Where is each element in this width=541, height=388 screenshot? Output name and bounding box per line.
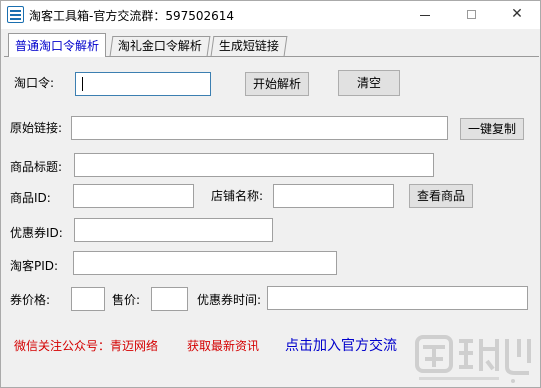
original-link-input[interactable] [71,116,448,140]
coupon-price-label: 券价格: [10,293,51,307]
maximize-button[interactable] [448,1,494,29]
product-id-label: 商品ID: [10,191,51,205]
copy-button[interactable]: 一键复制 [460,118,524,140]
clear-button[interactable]: 清空 [338,70,400,96]
tab-strip: 普通淘口令解析 淘礼金口令解析 生成短链接 [4,33,539,57]
taokouling-input[interactable] [75,72,211,96]
coupon-time-input[interactable] [267,286,528,310]
minimize-icon [420,15,430,16]
tab-short-link-label: 生成短链接 [218,39,279,53]
taoke-pid-input[interactable] [73,251,337,275]
tab-taolijin-label: 淘礼金口令解析 [117,39,202,53]
text-caret [82,77,83,91]
shop-name-label: 店铺名称: [211,189,264,203]
coupon-id-label: 优惠券ID: [10,226,63,240]
coupon-price-input[interactable] [71,287,105,311]
app-window: 淘客工具箱-官方交流群：597502614 ✕ 普通淘口令解析 淘礼金口令解析 … [0,0,541,388]
maximize-icon [466,10,476,19]
coupon-id-input[interactable] [74,218,273,242]
original-link-label: 原始链接: [10,121,63,135]
app-icon [7,6,24,23]
product-title-input[interactable] [74,153,434,177]
shop-name-input[interactable] [273,184,394,208]
latest-news-link[interactable]: 获取最新资讯 [187,337,259,354]
taoke-pid-label: 淘客PID: [10,259,59,273]
parse-button[interactable]: 开始解析 [245,72,309,96]
product-title-label: 商品标题: [10,160,63,174]
site-watermark [415,335,531,383]
coupon-time-label: 优惠券时间: [197,293,262,307]
product-id-input[interactable] [73,184,194,208]
minimize-button[interactable] [402,1,448,29]
close-button[interactable]: ✕ [494,1,540,29]
title-bar[interactable]: 淘客工具箱-官方交流群：597502614 ✕ [1,1,540,29]
tab-normal-taokouling[interactable]: 普通淘口令解析 [8,33,107,57]
tab-short-link[interactable]: 生成短链接 [210,36,288,56]
view-product-button[interactable]: 查看商品 [409,184,473,208]
window-title: 淘客工具箱-官方交流群：597502614 [29,9,235,23]
sale-price-input[interactable] [151,287,188,311]
taokouling-label: 淘口令: [14,76,55,90]
join-group-link[interactable]: 点击加入官方交流 [285,335,397,355]
tab-taolijin[interactable]: 淘礼金口令解析 [109,36,211,56]
wechat-follow-text: 微信关注公众号：青迈网络 [14,339,159,353]
sale-price-label: 售价: [112,293,141,307]
